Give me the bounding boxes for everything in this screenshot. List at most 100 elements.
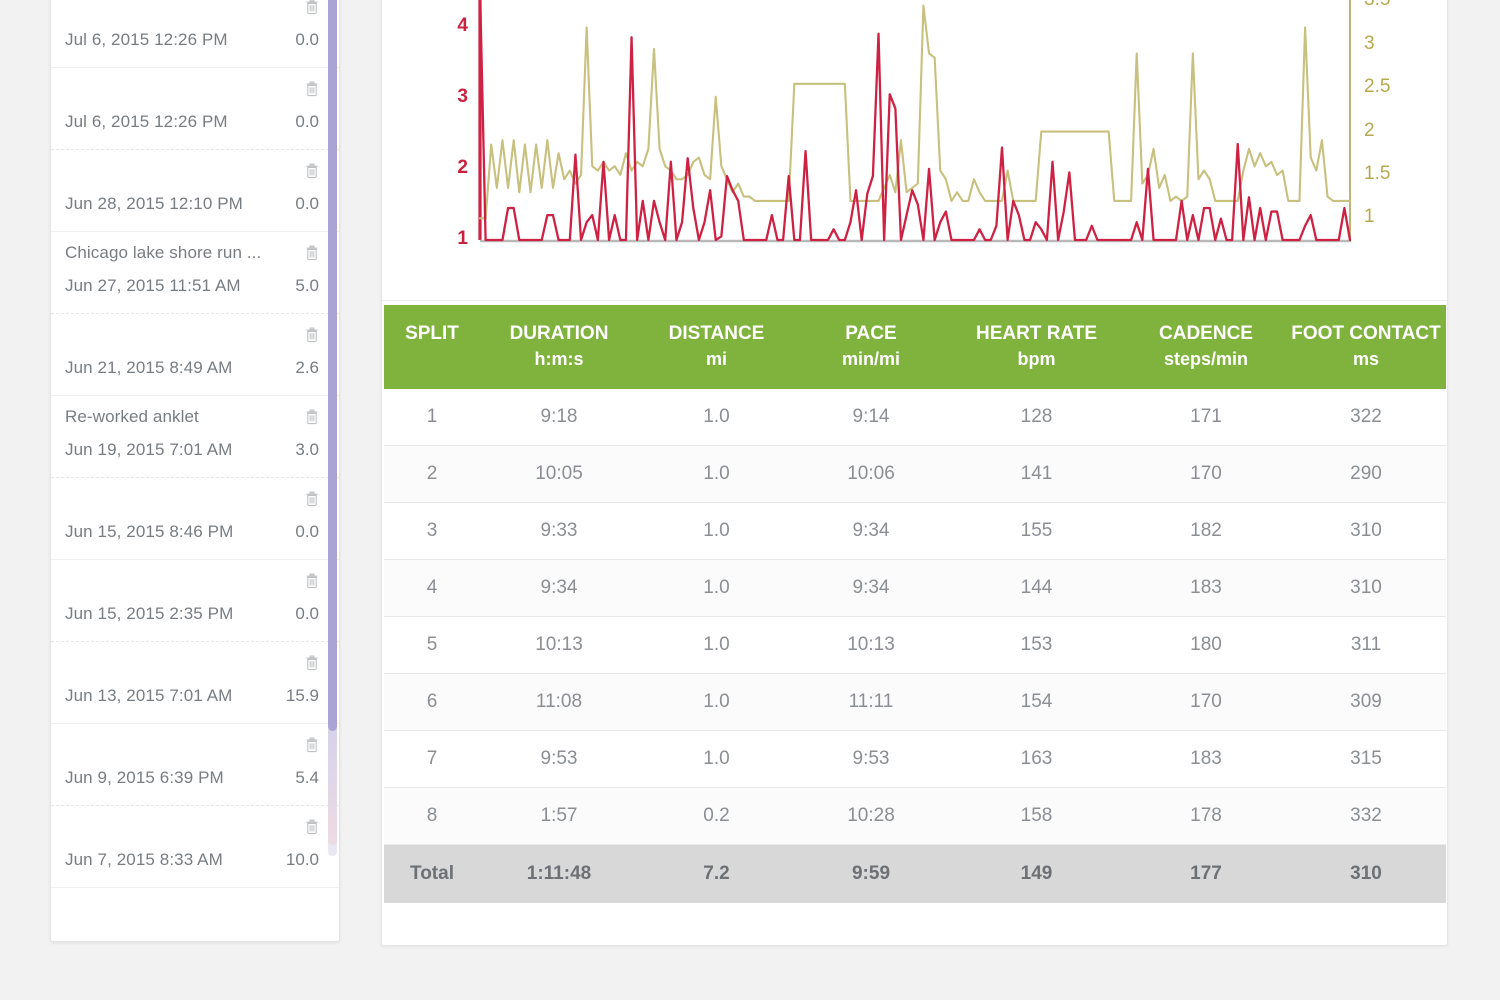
- activity-distance: 0.0: [295, 522, 319, 541]
- splits-cell: 0.2: [638, 787, 795, 846]
- trash-icon[interactable]: [305, 163, 319, 179]
- splits-cell: 322: [1286, 388, 1446, 447]
- activity-distance: 3.0: [295, 440, 319, 459]
- chart-left-tick-label: 2: [457, 156, 468, 178]
- splits-cell: 170: [1126, 445, 1286, 504]
- table-row[interactable]: 7 9:53 1.0 9:53 163 183 315: [384, 730, 1446, 789]
- trash-icon[interactable]: [305, 409, 319, 425]
- activity-distance: 0.0: [295, 194, 319, 213]
- splits-cell: 310: [1286, 502, 1446, 561]
- trash-icon[interactable]: [305, 655, 319, 671]
- activity-detail-panel: 1234 11.522.533.5 SPLITDURATIONh:m:sDIST…: [381, 0, 1448, 946]
- table-row[interactable]: 3 9:33 1.0 9:34 155 182 310: [384, 502, 1446, 561]
- splits-cell: 9:14: [795, 388, 947, 447]
- splits-cell: 141: [947, 445, 1126, 504]
- splits-total-cell: 7.2: [638, 844, 795, 903]
- splits-column-header[interactable]: DURATION h:m:s: [480, 305, 638, 389]
- splits-cell: 171: [1126, 388, 1286, 447]
- activity-list-item[interactable]: Jun 15, 2015 2:35 PM 0.0: [51, 560, 339, 642]
- activity-list[interactable]: Jul 6, 2015 12:26 PM 0.0 Jul 6, 2015 12:26…: [51, 0, 339, 888]
- activity-date: Jun 27, 2015 11:51 AM: [65, 276, 241, 295]
- splits-column-label: HEART RATE: [975, 323, 1098, 344]
- table-row[interactable]: 4 9:34 1.0 9:34 144 183 310: [384, 559, 1446, 618]
- activity-list-item[interactable]: Jul 6, 2015 12:26 PM 0.0: [51, 68, 339, 150]
- activity-title: Re-worked anklet: [65, 407, 199, 426]
- activity-date: Jul 6, 2015 12:26 PM: [65, 30, 228, 49]
- splits-cell: 9:34: [480, 559, 638, 618]
- splits-column-header[interactable]: PACE min/mi: [795, 305, 947, 389]
- splits-cell: 11:11: [795, 673, 947, 732]
- activity-distance: 0.0: [295, 30, 319, 49]
- splits-column-label: PACE: [845, 323, 897, 344]
- trash-icon[interactable]: [305, 81, 319, 97]
- activity-list-item[interactable]: Re-worked anklet Jun 19, 2015 7:01 AM 3.0: [51, 396, 339, 478]
- activity-date: Jun 28, 2015 12:10 PM: [65, 194, 243, 213]
- splits-total-row: Total 1:11:48 7.2 9:59 149 177 310: [384, 844, 1446, 903]
- activity-list-sidebar[interactable]: Jul 6, 2015 12:26 PM 0.0 Jul 6, 2015 12:26…: [50, 0, 340, 942]
- trash-icon[interactable]: [305, 737, 319, 753]
- table-row[interactable]: 1 9:18 1.0 9:14 128 171 322: [384, 388, 1446, 447]
- splits-column-header[interactable]: CADENCE steps/min: [1126, 305, 1286, 389]
- splits-cell: 153: [947, 616, 1126, 675]
- trash-icon[interactable]: [305, 819, 319, 835]
- splits-column-header[interactable]: SPLIT: [384, 305, 480, 389]
- splits-cell: 1.0: [638, 445, 795, 504]
- splits-cell: 170: [1126, 673, 1286, 732]
- trash-icon[interactable]: [305, 327, 319, 343]
- activity-list-scrollbar-tail: [328, 725, 337, 845]
- activity-list-item[interactable]: Jun 21, 2015 8:49 AM 2.6: [51, 314, 339, 396]
- splits-column-label: DISTANCE: [668, 323, 765, 344]
- activity-distance: 15.9: [285, 686, 319, 705]
- activity-distance: 2.6: [295, 358, 319, 377]
- trash-icon[interactable]: [305, 245, 319, 261]
- trash-icon[interactable]: [305, 491, 319, 507]
- splits-cell: 178: [1126, 787, 1286, 846]
- splits-cell: 1.0: [638, 559, 795, 618]
- splits-column-unit: min/mi: [841, 348, 900, 369]
- activity-date: Jun 19, 2015 7:01 AM: [65, 440, 233, 459]
- activity-list-item[interactable]: Jun 7, 2015 8:33 AM 10.0: [51, 806, 339, 888]
- splits-cell: 9:53: [480, 730, 638, 789]
- splits-cell: 182: [1126, 502, 1286, 561]
- splits-cell: 11:08: [480, 673, 638, 732]
- activity-list-item[interactable]: Jun 15, 2015 8:46 PM 0.0: [51, 478, 339, 560]
- splits-total-cell: 310: [1286, 844, 1446, 903]
- activity-list-item[interactable]: Jun 28, 2015 12:10 PM 0.0: [51, 150, 339, 232]
- chart-series-pace: [479, 0, 1352, 242]
- splits-cell: 144: [947, 559, 1126, 618]
- splits-cell: 154: [947, 673, 1126, 732]
- activity-date: Jun 9, 2015 6:39 PM: [65, 768, 224, 787]
- metrics-chart-block: 1 2 3 4 1 1.5 2 2.5 3 3.5: [382, 0, 1447, 301]
- trash-icon[interactable]: [305, 0, 319, 15]
- splits-column-header[interactable]: FOOT CONTACT ms: [1286, 305, 1446, 389]
- splits-cell: 9:33: [480, 502, 638, 561]
- splits-cell: 10:28: [795, 787, 947, 846]
- activity-list-item[interactable]: Jun 13, 2015 7:01 AM 15.9: [51, 642, 339, 724]
- table-row[interactable]: 5 10:13 1.0 10:13 153 180 311: [384, 616, 1446, 675]
- table-row[interactable]: 8 1:57 0.2 10:28 158 178 332: [384, 787, 1446, 846]
- activity-date: Jun 13, 2015 7:01 AM: [65, 686, 233, 705]
- splits-cell: 1.0: [638, 673, 795, 732]
- metrics-chart[interactable]: 1 2 3 4 1 1.5 2 2.5 3 3.5: [382, 0, 1449, 272]
- splits-cell: 10:05: [480, 445, 638, 504]
- splits-cell: 310: [1286, 559, 1446, 618]
- activity-list-scrollbar-thumb[interactable]: [328, 0, 337, 731]
- splits-total-cell: 177: [1126, 844, 1286, 903]
- activity-list-item[interactable]: Chicago lake shore run ... Jun 27, 2015 1…: [51, 232, 339, 314]
- activity-list-item[interactable]: Jul 6, 2015 12:26 PM 0.0: [51, 0, 339, 68]
- splits-total-cell: 149: [947, 844, 1126, 903]
- activity-date: Jul 6, 2015 12:26 PM: [65, 112, 228, 131]
- activity-title: Chicago lake shore run ...: [65, 243, 262, 262]
- trash-icon[interactable]: [305, 573, 319, 589]
- splits-cell: 1.0: [638, 730, 795, 789]
- activity-date: Jun 21, 2015 8:49 AM: [65, 358, 233, 377]
- table-row[interactable]: 6 11:08 1.0 11:11 154 170 309: [384, 673, 1446, 732]
- splits-column-header[interactable]: DISTANCE mi: [638, 305, 795, 389]
- splits-column-header[interactable]: HEART RATE bpm: [947, 305, 1126, 389]
- chart-right-tick-label: 3: [1364, 32, 1375, 54]
- activity-list-item[interactable]: Jun 9, 2015 6:39 PM 5.4: [51, 724, 339, 806]
- splits-cell: 6: [384, 673, 480, 732]
- table-row[interactable]: 2 10:05 1.0 10:06 141 170 290: [384, 445, 1446, 504]
- splits-cell: 5: [384, 616, 480, 675]
- splits-table-head: SPLIT DURATION h:m:s DISTANCE mi PACE min/mi HE…: [384, 305, 1446, 389]
